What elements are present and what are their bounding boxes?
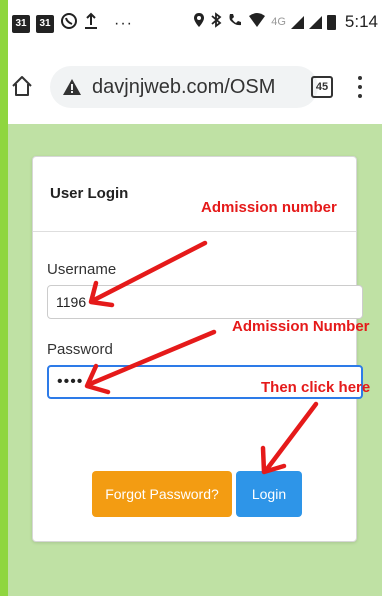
not-secure-warning-icon[interactable]: [62, 78, 82, 96]
browser-toolbar: davjnjweb.com/OSM 45: [8, 52, 382, 120]
location-icon: [193, 12, 205, 32]
home-icon: [12, 76, 32, 96]
web-page: User Login Username Password Forgot Pass…: [8, 124, 382, 596]
more-notifications-icon: ···: [114, 14, 133, 32]
clock: 5:14: [344, 12, 378, 31]
calendar-icon: 31: [36, 14, 54, 33]
password-label: Password: [47, 341, 113, 358]
upload-icon: [84, 12, 98, 35]
menu-dot-icon: [358, 76, 362, 80]
status-bar-right: 4G 5:14: [193, 12, 378, 32]
signal-icon: [290, 15, 304, 29]
url-text[interactable]: davjnjweb.com/OSM: [92, 76, 275, 99]
calendar-icon: 31: [12, 14, 30, 33]
network-type-label: 4G: [271, 16, 286, 28]
status-bar: 31 31 ··· 4G 5:14: [8, 0, 382, 50]
battery-icon: [326, 14, 336, 30]
url-bar[interactable]: davjnjweb.com/OSM: [50, 66, 318, 108]
annotation-admission-number-2: Admission Number: [232, 318, 370, 335]
home-button[interactable]: [10, 74, 34, 98]
annotation-admission-number: Admission number: [201, 199, 337, 216]
tab-switcher-button[interactable]: 45: [311, 76, 333, 98]
overflow-menu-button[interactable]: [355, 73, 365, 101]
menu-dot-icon: [358, 94, 362, 98]
menu-dot-icon: [358, 85, 362, 89]
username-input[interactable]: [47, 285, 363, 319]
signal-icon: [308, 15, 322, 29]
login-card-header: User Login: [33, 157, 356, 232]
volte-call-icon: [227, 12, 243, 32]
wifi-icon: [248, 12, 266, 32]
whatsapp-icon: [60, 12, 78, 35]
annotation-then-click-here: Then click here: [261, 379, 371, 396]
login-button[interactable]: Login: [236, 471, 302, 517]
username-label: Username: [47, 261, 117, 278]
bluetooth-icon: [210, 12, 222, 32]
status-bar-left: 31 31 ···: [12, 12, 133, 35]
phone-screen: 31 31 ··· 4G 5:14 davjnjweb.com/OSM 45 U…: [8, 0, 382, 596]
forgot-password-button[interactable]: Forgot Password?: [92, 471, 232, 517]
